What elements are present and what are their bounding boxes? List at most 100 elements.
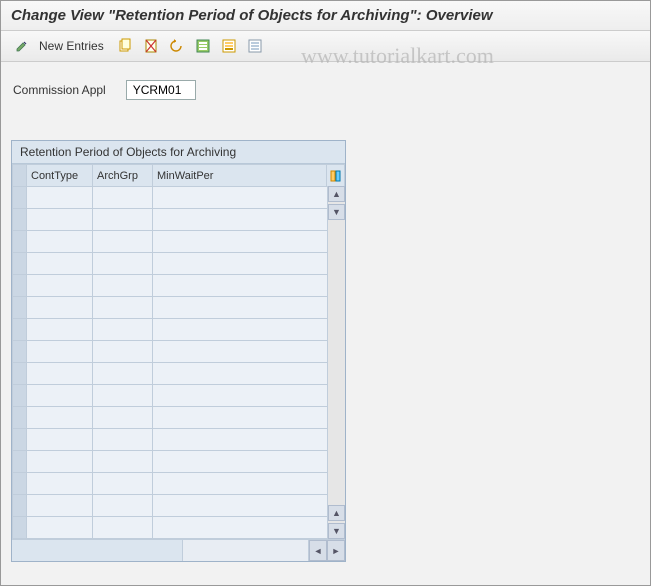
column-cont-type[interactable]: ContType [27, 165, 93, 187]
cell-arch-grp[interactable] [93, 407, 153, 429]
cell-cont-type[interactable] [27, 517, 93, 539]
cell-cont-type[interactable] [27, 495, 93, 517]
new-entries-button[interactable]: New Entries [37, 39, 110, 53]
table-row[interactable] [13, 253, 345, 275]
vertical-scrollbar[interactable]: ▲ ▼ ▲ ▼ [327, 186, 345, 539]
cell-arch-grp[interactable] [93, 231, 153, 253]
cell-min-wait-per[interactable] [153, 473, 345, 495]
cell-cont-type[interactable] [27, 209, 93, 231]
row-selector[interactable] [13, 253, 27, 275]
row-selector[interactable] [13, 495, 27, 517]
cell-arch-grp[interactable] [93, 429, 153, 451]
cell-arch-grp[interactable] [93, 187, 153, 209]
cell-min-wait-per[interactable] [153, 341, 345, 363]
row-selector[interactable] [13, 231, 27, 253]
cell-arch-grp[interactable] [93, 517, 153, 539]
table-row[interactable] [13, 187, 345, 209]
undo-change-icon[interactable] [166, 35, 188, 57]
table-row[interactable] [13, 275, 345, 297]
row-selector[interactable] [13, 451, 27, 473]
copy-as-icon[interactable] [114, 35, 136, 57]
cell-cont-type[interactable] [27, 451, 93, 473]
cell-arch-grp[interactable] [93, 319, 153, 341]
scroll-up-step-button[interactable]: ▲ [328, 505, 345, 521]
table-row[interactable] [13, 473, 345, 495]
delete-icon[interactable] [140, 35, 162, 57]
table-row[interactable] [13, 297, 345, 319]
cell-min-wait-per[interactable] [153, 319, 345, 341]
row-selector[interactable] [13, 429, 27, 451]
table-row[interactable] [13, 319, 345, 341]
table-row[interactable] [13, 231, 345, 253]
cell-cont-type[interactable] [27, 473, 93, 495]
cell-min-wait-per[interactable] [153, 253, 345, 275]
cell-arch-grp[interactable] [93, 341, 153, 363]
cell-cont-type[interactable] [27, 319, 93, 341]
select-all-icon[interactable] [192, 35, 214, 57]
cell-min-wait-per[interactable] [153, 517, 345, 539]
row-selector[interactable] [13, 187, 27, 209]
row-selector[interactable] [13, 473, 27, 495]
cell-arch-grp[interactable] [93, 385, 153, 407]
scroll-left-button[interactable]: ◄ [309, 540, 327, 561]
select-block-icon[interactable] [218, 35, 240, 57]
table-row[interactable] [13, 407, 345, 429]
cell-min-wait-per[interactable] [153, 231, 345, 253]
column-arch-grp[interactable]: ArchGrp [93, 165, 153, 187]
cell-cont-type[interactable] [27, 341, 93, 363]
cell-cont-type[interactable] [27, 385, 93, 407]
cell-cont-type[interactable] [27, 429, 93, 451]
cell-cont-type[interactable] [27, 407, 93, 429]
cell-min-wait-per[interactable] [153, 275, 345, 297]
cell-cont-type[interactable] [27, 363, 93, 385]
row-selector[interactable] [13, 209, 27, 231]
cell-cont-type[interactable] [27, 275, 93, 297]
deselect-all-icon[interactable] [244, 35, 266, 57]
cell-arch-grp[interactable] [93, 275, 153, 297]
cell-arch-grp[interactable] [93, 253, 153, 275]
row-selector[interactable] [13, 275, 27, 297]
commission-appl-field[interactable] [126, 80, 196, 100]
table-row[interactable] [13, 209, 345, 231]
cell-min-wait-per[interactable] [153, 363, 345, 385]
scroll-right-button[interactable]: ► [327, 540, 345, 561]
cell-cont-type[interactable] [27, 253, 93, 275]
cell-arch-grp[interactable] [93, 473, 153, 495]
cell-arch-grp[interactable] [93, 363, 153, 385]
table-row[interactable] [13, 385, 345, 407]
cell-min-wait-per[interactable] [153, 429, 345, 451]
row-selector[interactable] [13, 363, 27, 385]
cell-min-wait-per[interactable] [153, 495, 345, 517]
toggle-display-change-icon[interactable] [11, 35, 33, 57]
row-selector[interactable] [13, 517, 27, 539]
table-row[interactable] [13, 341, 345, 363]
table-row[interactable] [13, 363, 345, 385]
cell-arch-grp[interactable] [93, 297, 153, 319]
table-row[interactable] [13, 495, 345, 517]
table-row[interactable] [13, 451, 345, 473]
table-configure-button[interactable] [327, 165, 345, 187]
horizontal-scrollbar[interactable]: ◄ ► [12, 539, 345, 561]
cell-min-wait-per[interactable] [153, 385, 345, 407]
row-selector[interactable] [13, 341, 27, 363]
cell-min-wait-per[interactable] [153, 209, 345, 231]
row-selector[interactable] [13, 385, 27, 407]
cell-cont-type[interactable] [27, 231, 93, 253]
cell-min-wait-per[interactable] [153, 451, 345, 473]
cell-arch-grp[interactable] [93, 495, 153, 517]
column-min-wait-per[interactable]: MinWaitPer [153, 165, 327, 187]
scroll-up-button[interactable]: ▲ [328, 186, 345, 202]
cell-min-wait-per[interactable] [153, 297, 345, 319]
cell-min-wait-per[interactable] [153, 407, 345, 429]
cell-min-wait-per[interactable] [153, 187, 345, 209]
cell-cont-type[interactable] [27, 297, 93, 319]
cell-cont-type[interactable] [27, 187, 93, 209]
cell-arch-grp[interactable] [93, 451, 153, 473]
table-row[interactable] [13, 517, 345, 539]
scroll-down-button[interactable]: ▼ [328, 523, 345, 539]
row-selector[interactable] [13, 297, 27, 319]
scroll-down-step-button[interactable]: ▼ [328, 204, 345, 220]
table-row[interactable] [13, 429, 345, 451]
row-selector[interactable] [13, 319, 27, 341]
cell-arch-grp[interactable] [93, 209, 153, 231]
